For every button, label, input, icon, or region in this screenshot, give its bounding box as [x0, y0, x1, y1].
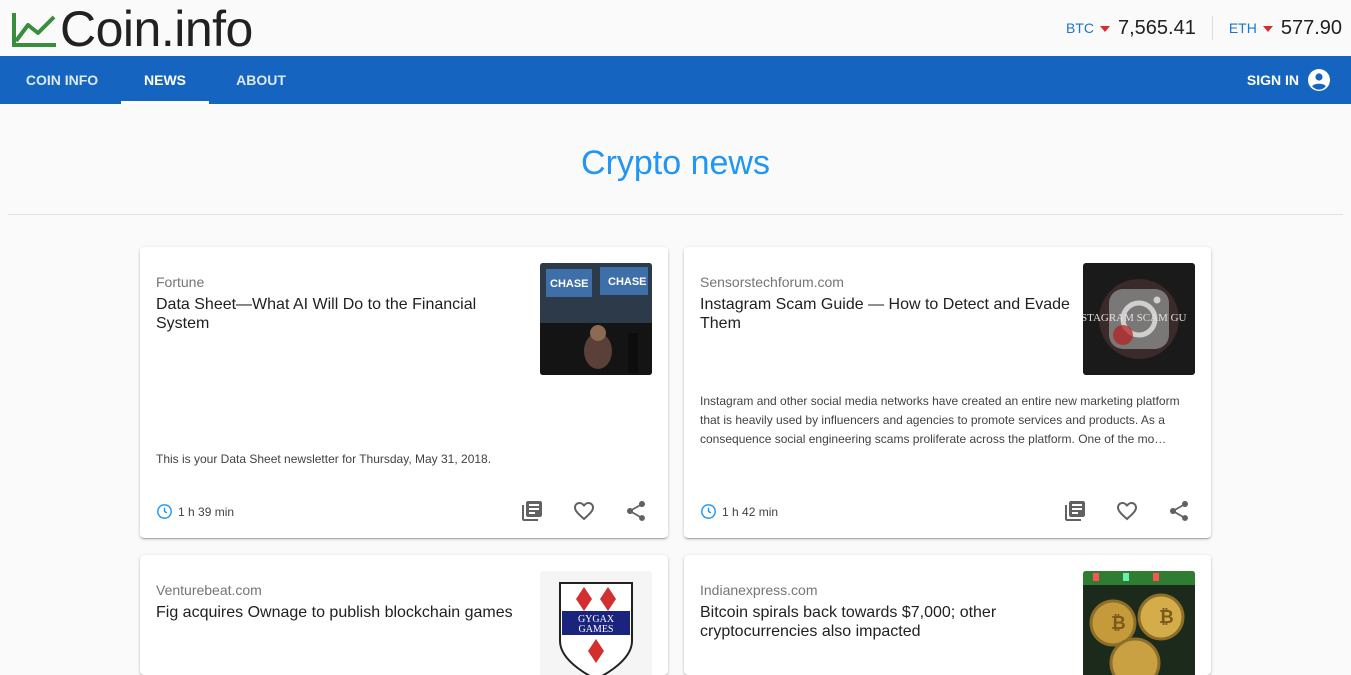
svg-text:CHASE: CHASE	[608, 276, 647, 288]
news-title[interactable]: Bitcoin spirals back towards $7,000; oth…	[700, 603, 1076, 641]
news-card[interactable]: Venturebeat.com Fig acquires Ownage to p…	[140, 555, 668, 675]
tab-coin-info[interactable]: COIN INFO	[13, 56, 111, 104]
clock-icon	[157, 504, 172, 519]
news-thumbnail[interactable]: CHASE CHASE	[540, 263, 652, 375]
library-books-icon[interactable]	[1063, 499, 1087, 523]
library-books-icon[interactable]	[520, 499, 544, 523]
news-card[interactable]: Sensorstechforum.com Instagram Scam Guid…	[684, 247, 1211, 538]
ticker-price: 7,565.41	[1117, 16, 1196, 39]
top-bar: Coin.info BTC 7,565.41 ETH 577.90	[0, 0, 1351, 56]
news-title[interactable]: Fig acquires Ownage to publish blockchai…	[156, 603, 532, 622]
ticker-symbol: BTC	[1065, 20, 1094, 36]
tab-about[interactable]: ABOUT	[219, 56, 303, 104]
news-card[interactable]: Indianexpress.com Bitcoin spirals back t…	[684, 555, 1211, 675]
divider	[8, 214, 1343, 215]
ticker-eth: ETH 577.90	[1229, 17, 1342, 40]
news-title[interactable]: Data Sheet—What AI Will Do to the Financ…	[156, 295, 532, 333]
news-source: Indianexpress.com	[700, 582, 818, 598]
card-actions	[1035, 499, 1191, 523]
thumb-caption: STAGRAM SCAM GU	[1083, 312, 1187, 324]
nav-bar: COIN INFO NEWS ABOUT SIGN IN	[0, 56, 1351, 104]
trend-down-icon	[1262, 25, 1273, 32]
svg-text:CHASE: CHASE	[550, 278, 589, 290]
trend-down-icon	[1099, 25, 1110, 32]
account-circle-icon	[1308, 69, 1330, 91]
logo[interactable]: Coin.info	[10, 4, 253, 54]
brand-name: Coin.info	[60, 1, 253, 57]
news-description: This is your Data Sheet newsletter for T…	[156, 452, 492, 466]
news-card[interactable]: Fortune Data Sheet—What AI Will Do to th…	[140, 247, 668, 538]
news-time: 1 h 39 min	[156, 503, 234, 520]
ticker-symbol: ETH	[1228, 20, 1257, 36]
svg-text:GAMES: GAMES	[578, 624, 613, 635]
ticker-btc: BTC 7,565.41	[1066, 17, 1196, 40]
share-icon[interactable]	[1167, 499, 1191, 523]
sign-in-button[interactable]: SIGN IN	[1247, 56, 1331, 104]
news-thumbnail[interactable]: GYGAX GAMES	[540, 571, 652, 675]
news-thumbnail[interactable]: ₿ ₿	[1083, 571, 1195, 675]
page-title: Crypto news	[581, 144, 770, 182]
card-actions	[492, 499, 648, 523]
news-source: Venturebeat.com	[156, 582, 262, 598]
news-description: Instagram and other social media network…	[700, 394, 1180, 446]
chart-line-icon	[12, 13, 56, 47]
news-source: Fortune	[156, 274, 205, 290]
ticker-divider	[1211, 16, 1213, 40]
news-time-label: 1 h 39 min	[178, 504, 235, 519]
sign-in-label: SIGN IN	[1246, 72, 1299, 88]
news-title[interactable]: Instagram Scam Guide — How to Detect and…	[700, 295, 1076, 333]
news-time-label: 1 h 42 min	[722, 504, 779, 519]
news-thumbnail[interactable]: STAGRAM SCAM GU	[1083, 263, 1195, 375]
ticker-price: 577.90	[1280, 16, 1342, 39]
tab-news[interactable]: NEWS	[121, 56, 209, 104]
svg-text:₿: ₿	[1159, 607, 1174, 627]
heart-outline-icon[interactable]	[572, 499, 596, 523]
news-source: Sensorstechforum.com	[700, 274, 844, 290]
clock-icon	[701, 504, 716, 519]
svg-text:₿: ₿	[1111, 613, 1126, 633]
news-time: 1 h 42 min	[700, 503, 778, 520]
heart-outline-icon[interactable]	[1115, 499, 1139, 523]
share-icon[interactable]	[624, 499, 648, 523]
price-tickers: BTC 7,565.41 ETH 577.90	[1066, 16, 1342, 40]
